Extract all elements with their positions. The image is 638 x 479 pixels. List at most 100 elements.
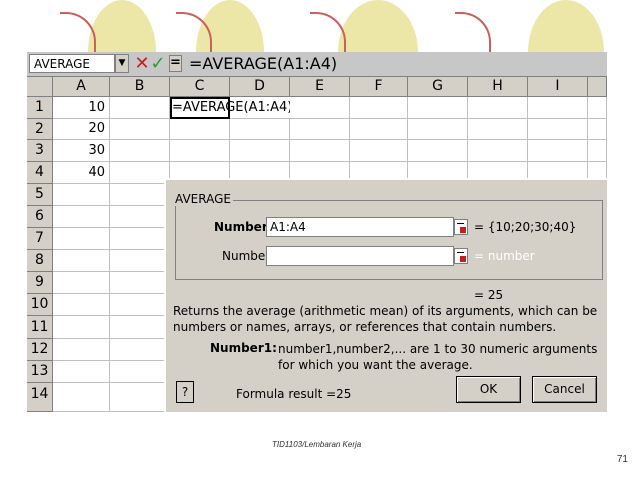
cell-h3[interactable] bbox=[468, 140, 528, 162]
name-box[interactable]: AVERAGE bbox=[29, 54, 115, 73]
cell-a10[interactable] bbox=[53, 294, 110, 316]
cell-a14[interactable] bbox=[53, 383, 110, 412]
check-icon[interactable]: ✓ bbox=[149, 53, 167, 74]
row-header-8[interactable]: 8 bbox=[27, 250, 53, 272]
row-header-4[interactable]: 4 bbox=[27, 162, 53, 184]
number2-result: = number bbox=[474, 249, 535, 263]
cell-b13[interactable] bbox=[110, 361, 170, 383]
active-cell-border bbox=[170, 97, 230, 119]
cell-j1[interactable] bbox=[588, 97, 607, 119]
cell-i2[interactable] bbox=[528, 119, 588, 140]
cell-e1[interactable] bbox=[290, 97, 350, 119]
cell-c2[interactable] bbox=[170, 119, 230, 140]
cell-f3[interactable] bbox=[350, 140, 408, 162]
row-header-9[interactable]: 9 bbox=[27, 272, 53, 294]
cell-a9[interactable] bbox=[53, 272, 110, 294]
row-header-6[interactable]: 6 bbox=[27, 206, 53, 228]
cell-g1[interactable] bbox=[408, 97, 468, 119]
number1-input[interactable]: A1:A4 bbox=[266, 217, 454, 237]
slide-caption: TID1103/Lembaran Kerja bbox=[272, 440, 362, 449]
cell-a8[interactable] bbox=[53, 250, 110, 272]
number2-input[interactable] bbox=[266, 246, 454, 266]
cell-i1[interactable] bbox=[528, 97, 588, 119]
column-header-f[interactable]: F bbox=[350, 77, 408, 97]
cell-b9[interactable] bbox=[110, 272, 170, 294]
cell-f2[interactable] bbox=[350, 119, 408, 140]
cell-h2[interactable] bbox=[468, 119, 528, 140]
row-header-12[interactable]: 12 bbox=[27, 339, 53, 361]
header-decoration-3 bbox=[338, 0, 418, 52]
row-header-11[interactable]: 11 bbox=[27, 316, 53, 339]
cell-a11[interactable] bbox=[53, 316, 110, 339]
header-decoration-4 bbox=[528, 0, 604, 52]
select-all-corner[interactable] bbox=[27, 77, 53, 97]
cell-b11[interactable] bbox=[110, 316, 170, 339]
row-header-1[interactable]: 1 bbox=[27, 97, 53, 119]
range-select-icon-2[interactable] bbox=[454, 248, 468, 264]
cell-a5[interactable] bbox=[53, 184, 110, 206]
cell-b12[interactable] bbox=[110, 339, 170, 361]
cell-h1[interactable] bbox=[468, 97, 528, 119]
cell-g3[interactable] bbox=[408, 140, 468, 162]
header-leaf-3 bbox=[310, 12, 346, 54]
row-header-3[interactable]: 3 bbox=[27, 140, 53, 162]
row-header-7[interactable]: 7 bbox=[27, 228, 53, 250]
column-header-d[interactable]: D bbox=[230, 77, 290, 97]
argument-help: number1,number2,... are 1 to 30 numeric … bbox=[278, 342, 598, 372]
ok-button[interactable]: OK bbox=[456, 376, 521, 403]
row-header-13[interactable]: 13 bbox=[27, 361, 53, 383]
formula-input[interactable]: =AVERAGE(A1:A4) bbox=[189, 54, 337, 74]
cell-c3[interactable] bbox=[170, 140, 230, 162]
cell-b5[interactable] bbox=[110, 184, 170, 206]
cell-b6[interactable] bbox=[110, 206, 170, 228]
row-header-14[interactable]: 14 bbox=[27, 383, 53, 412]
cell-b8[interactable] bbox=[110, 250, 170, 272]
row-header-5[interactable]: 5 bbox=[27, 184, 53, 206]
cell-a4[interactable]: 40 bbox=[53, 162, 110, 184]
cell-a7[interactable] bbox=[53, 228, 110, 250]
page-number: 71 bbox=[616, 454, 628, 465]
column-header-i[interactable]: I bbox=[528, 77, 588, 97]
cell-a1[interactable]: 10 bbox=[53, 97, 110, 119]
cell-b1[interactable] bbox=[110, 97, 170, 119]
cell-e3[interactable] bbox=[290, 140, 350, 162]
cell-b4[interactable] bbox=[110, 162, 170, 184]
cell-b3[interactable] bbox=[110, 140, 170, 162]
chevron-down-icon[interactable]: ▼ bbox=[115, 54, 129, 73]
help-button[interactable]: ? bbox=[176, 381, 194, 403]
column-header-b[interactable]: B bbox=[110, 77, 170, 97]
cell-f1[interactable] bbox=[350, 97, 408, 119]
cell-g2[interactable] bbox=[408, 119, 468, 140]
range-select-icon[interactable] bbox=[454, 219, 468, 235]
spreadsheet-screenshot: AVERAGE ▼ ✕ ✓ = =AVERAGE(A1:A4) A B C D … bbox=[27, 52, 607, 412]
function-description: Returns the average (arithmetic mean) of… bbox=[173, 304, 598, 334]
column-header-h[interactable]: H bbox=[468, 77, 528, 97]
cell-d2[interactable] bbox=[230, 119, 290, 140]
column-header-c[interactable]: C bbox=[170, 77, 230, 97]
cell-e2[interactable] bbox=[290, 119, 350, 140]
cell-a6[interactable] bbox=[53, 206, 110, 228]
cell-j2[interactable] bbox=[588, 119, 607, 140]
equals-button[interactable]: = bbox=[169, 55, 182, 72]
cell-b14[interactable] bbox=[110, 383, 170, 412]
cell-a3[interactable]: 30 bbox=[53, 140, 110, 162]
row-header-2[interactable]: 2 bbox=[27, 119, 53, 140]
cancel-button[interactable]: Cancel bbox=[532, 376, 597, 403]
cell-j3[interactable] bbox=[588, 140, 607, 162]
cell-b2[interactable] bbox=[110, 119, 170, 140]
column-header-e[interactable]: E bbox=[290, 77, 350, 97]
cell-a12[interactable] bbox=[53, 339, 110, 361]
function-arguments-dialog: AVERAGE Number1 A1:A4 = {10;20;30;40} Nu… bbox=[164, 178, 607, 412]
cell-i3[interactable] bbox=[528, 140, 588, 162]
column-header-overflow bbox=[588, 77, 607, 97]
column-header-a[interactable]: A bbox=[53, 77, 110, 97]
formula-result: Formula result =25 bbox=[236, 387, 352, 401]
column-header-g[interactable]: G bbox=[408, 77, 468, 97]
formula-bar: AVERAGE ▼ ✕ ✓ = =AVERAGE(A1:A4) bbox=[27, 52, 607, 77]
cell-d3[interactable] bbox=[230, 140, 290, 162]
cell-b10[interactable] bbox=[110, 294, 170, 316]
cell-b7[interactable] bbox=[110, 228, 170, 250]
row-header-10[interactable]: 10 bbox=[27, 294, 53, 316]
cell-a13[interactable] bbox=[53, 361, 110, 383]
cell-a2[interactable]: 20 bbox=[53, 119, 110, 140]
